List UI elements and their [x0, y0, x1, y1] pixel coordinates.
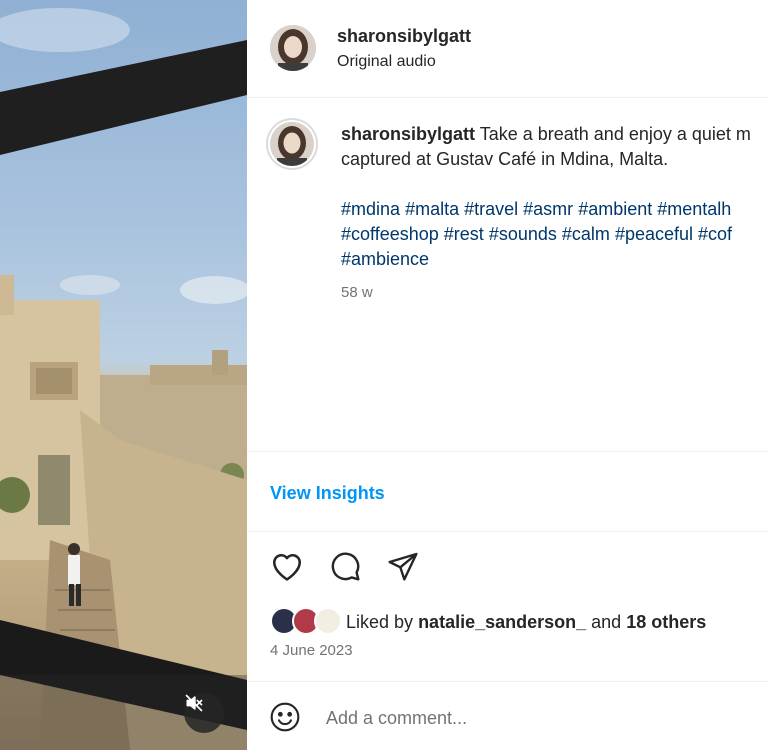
hashtag-list: #mdina #malta #travel #asmr #ambient #me…: [341, 197, 768, 272]
caption-section: sharonsibylgatt Take a breath and enjoy …: [247, 98, 768, 452]
likes-conjunction: and: [591, 611, 622, 632]
hashtag-link[interactable]: #asmr: [523, 199, 573, 219]
author-avatar[interactable]: [270, 25, 316, 71]
caption-line-1: Take a breath and enjoy a quiet m: [479, 124, 751, 144]
heart-icon: [270, 550, 304, 587]
hashtag-link[interactable]: #sounds: [489, 224, 557, 244]
hashtag-link[interactable]: #calm: [562, 224, 610, 244]
view-insights-link[interactable]: View Insights: [270, 483, 385, 504]
hashtag-link[interactable]: #malta: [405, 199, 459, 219]
hashtag-line: #ambience: [341, 247, 768, 272]
hashtag-link[interactable]: #travel: [464, 199, 518, 219]
post-header: sharonsibylgatt Original audio: [247, 0, 768, 98]
likes-summary: Liked by natalie_sanderson_ and 18 other…: [270, 607, 706, 637]
post-detail-panel: sharonsibylgatt Original audio sharonsib…: [247, 0, 768, 750]
hashtag-link[interactable]: #mdina: [341, 199, 400, 219]
hashtag-line: #mdina #malta #travel #asmr #ambient #me…: [341, 197, 768, 222]
liker-avatars[interactable]: [270, 607, 342, 637]
hashtag-link[interactable]: #cof: [698, 224, 732, 244]
hashtag-link[interactable]: #peaceful: [615, 224, 693, 244]
video-frame-image: [0, 8, 247, 750]
comment-button[interactable]: [328, 551, 362, 585]
liker-username[interactable]: natalie_sanderson_: [418, 612, 586, 633]
liked-by-label: Liked by: [346, 611, 414, 632]
comment-input[interactable]: [326, 704, 746, 732]
emoji-button[interactable]: [269, 701, 301, 733]
post-actions: [270, 551, 420, 585]
post-date[interactable]: 4 June 2023: [270, 642, 353, 659]
hashtag-line: #coffeeshop #rest #sounds #calm #peacefu…: [341, 222, 768, 247]
hashtag-link[interactable]: #ambient: [578, 199, 652, 219]
paper-plane-icon: [387, 550, 419, 587]
like-button[interactable]: [270, 551, 304, 585]
comment-bar: [247, 681, 768, 750]
likes-others-link[interactable]: 18 others: [626, 612, 706, 633]
caption-line-2: captured at Gustav Café in Mdina, Malta.: [341, 149, 669, 169]
comment-bubble-icon: [329, 550, 361, 587]
caption-username[interactable]: sharonsibylgatt: [341, 124, 475, 144]
smiley-icon: [269, 702, 301, 737]
post-video[interactable]: [0, 0, 247, 750]
hashtag-link[interactable]: #ambience: [341, 249, 429, 269]
author-username[interactable]: sharonsibylgatt: [337, 26, 471, 47]
hashtag-link[interactable]: #rest: [444, 224, 484, 244]
hashtag-link[interactable]: #coffeeshop: [341, 224, 439, 244]
insights-section: View Insights: [247, 452, 768, 532]
hashtag-link[interactable]: #mentalh: [657, 199, 731, 219]
audio-label[interactable]: Original audio: [337, 53, 436, 71]
share-button[interactable]: [386, 551, 420, 585]
mute-button[interactable]: [184, 693, 224, 733]
caption-text: sharonsibylgatt Take a breath and enjoy …: [341, 122, 768, 272]
post-time-ago[interactable]: 58 w: [341, 284, 373, 301]
liker-avatar: [314, 607, 342, 635]
caption-avatar[interactable]: [266, 118, 318, 170]
